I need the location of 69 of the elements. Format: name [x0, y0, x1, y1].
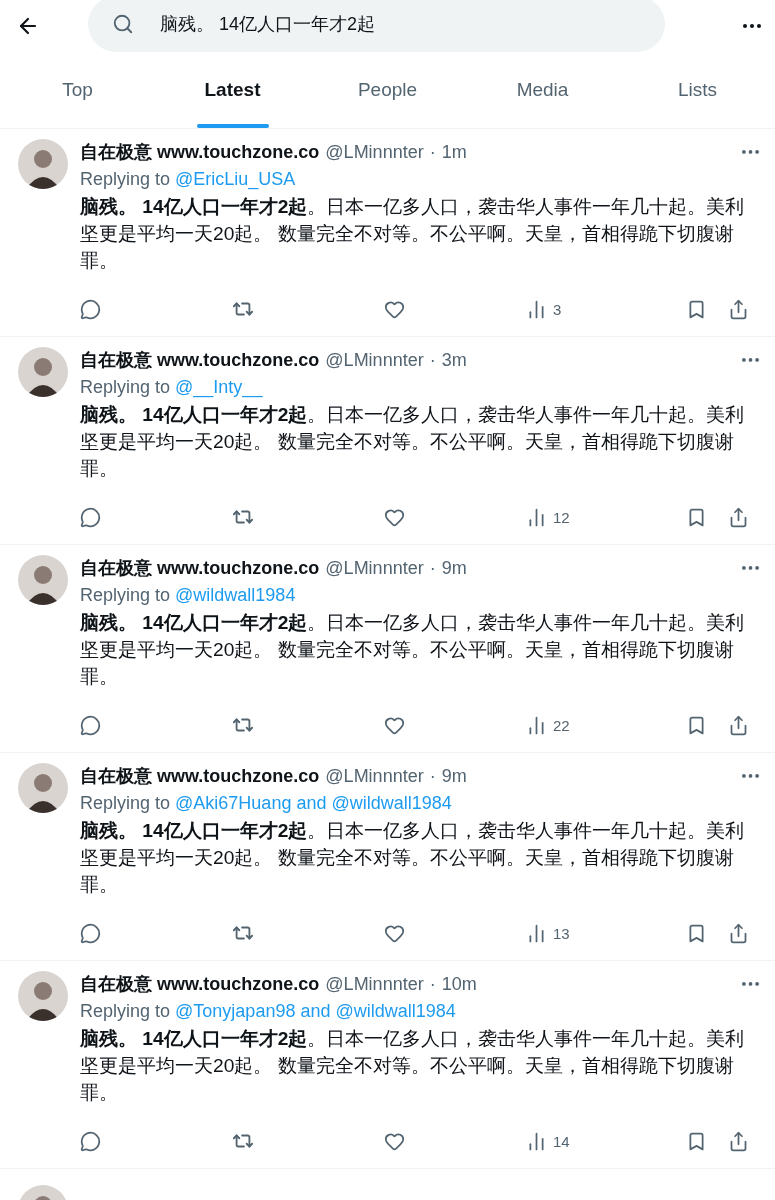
post-text: 脑残。 14亿人口一年才2起。日本一亿多人口，袭击华人事件一年几十起。美利坚更是平均一天20起。 数量完全不对等。不公平啊。天皇，首相得跪下切腹谢罪。	[80, 1027, 746, 1105]
more-button[interactable]	[742, 566, 759, 570]
dot-separator: ·	[429, 557, 436, 580]
more-icon	[742, 150, 759, 154]
user-handle[interactable]: @LMinnnter	[325, 555, 424, 581]
reply-button[interactable]	[80, 506, 101, 528]
views-button[interactable]: 12	[526, 506, 570, 528]
post-time[interactable]: 1m	[441, 139, 467, 165]
display-name[interactable]: 自在极意 www.touchzone.co	[80, 347, 320, 373]
user-handle[interactable]: @LMinnnter	[325, 763, 424, 789]
display-name[interactable]: 自在极意 www.touchzone.co	[80, 763, 320, 789]
post-text: 脑残。 14亿人口一年才2起。日本一亿多人口，袭击华人事件一年几十起。美利坚更是平均一天20起。 数量完全不对等。不公平啊。天皇，首相得跪下切腹谢罪。	[80, 403, 746, 481]
tab[interactable]: Latest	[155, 52, 310, 128]
more-icon	[742, 566, 759, 570]
dot-separator: ·	[429, 973, 436, 996]
replying-label: Replying to	[80, 792, 171, 815]
more-icon	[742, 982, 759, 986]
share-button[interactable]	[728, 922, 749, 944]
post-text: 脑残。 14亿人口一年才2起。日本一亿多人口，袭击华人事件一年几十起。美利坚更是平均一天20起。 数量完全不对等。不公平啊。天皇，首相得跪下切腹谢罪。	[80, 819, 746, 897]
reply-button[interactable]	[80, 714, 101, 736]
post-time[interactable]: 9m	[441, 763, 467, 789]
replying-label: Replying to	[80, 168, 171, 191]
post-time[interactable]: 10m	[441, 971, 477, 997]
reply-button[interactable]	[80, 922, 101, 944]
more-button[interactable]	[742, 358, 759, 362]
user-handle[interactable]: @LMinnnter	[325, 347, 424, 373]
post-text: 脑残。 14亿人口一年才2起。日本一亿多人口，袭击华人事件一年几十起。美利坚更是平均一天20起。 数量完全不对等。不公平啊。天皇，首相得跪下切腹谢罪。	[80, 611, 746, 689]
views-button[interactable]: 14	[526, 1130, 570, 1152]
more-button[interactable]	[742, 150, 759, 154]
more-icon	[742, 358, 759, 362]
post-time[interactable]: 3m	[441, 347, 467, 373]
share-button[interactable]	[728, 714, 749, 736]
more-button[interactable]	[742, 982, 759, 986]
reply-button[interactable]	[80, 298, 101, 320]
more-icon	[742, 774, 759, 778]
more-icon	[743, 24, 761, 28]
more-button[interactable]	[743, 24, 761, 28]
avatar[interactable]	[18, 763, 68, 813]
tab[interactable]: People	[310, 52, 465, 128]
replying-label: Replying to	[80, 376, 171, 399]
search-icon	[112, 13, 134, 35]
post-text: 脑残。 14亿人口一年才2起。日本一亿多人口，袭击华人事件一年几十起。美利坚更是平均一天20起。 数量完全不对等。不公平啊。天皇，首相得跪下切腹谢罪。	[80, 195, 746, 273]
post-time[interactable]: 9m	[441, 555, 467, 581]
replying-label: Replying to	[80, 584, 171, 607]
views-button[interactable]: 3	[526, 298, 562, 320]
display-name[interactable]: 自在极意 www.touchzone.co	[80, 971, 320, 997]
tab[interactable]: Media	[465, 52, 620, 128]
avatar[interactable]	[18, 347, 68, 397]
replying-label: Replying to	[80, 1000, 171, 1023]
dot-separator: ·	[429, 349, 436, 372]
share-button[interactable]	[728, 1130, 749, 1152]
views-button[interactable]: 22	[526, 714, 570, 736]
display-name[interactable]: 自在极意 www.touchzone.co	[80, 139, 320, 165]
share-button[interactable]	[728, 506, 749, 528]
share-button[interactable]	[728, 298, 749, 320]
avatar[interactable]	[18, 139, 68, 189]
views-button[interactable]: 13	[526, 922, 570, 944]
avatar[interactable]	[18, 555, 68, 605]
dot-separator: ·	[429, 141, 436, 164]
reply-button[interactable]	[80, 1130, 101, 1152]
more-button[interactable]	[742, 774, 759, 778]
user-handle[interactable]: @LMinnnter	[325, 139, 424, 165]
search-field[interactable]: 脑残。 14亿人口一年才2起	[88, 0, 665, 52]
tab[interactable]: Lists	[620, 52, 775, 128]
tab[interactable]: Top	[0, 52, 155, 128]
user-handle[interactable]: @LMinnnter	[325, 971, 424, 997]
avatar[interactable]	[18, 971, 68, 1021]
dot-separator: ·	[429, 765, 436, 788]
display-name[interactable]: 自在极意 www.touchzone.co	[80, 555, 320, 581]
